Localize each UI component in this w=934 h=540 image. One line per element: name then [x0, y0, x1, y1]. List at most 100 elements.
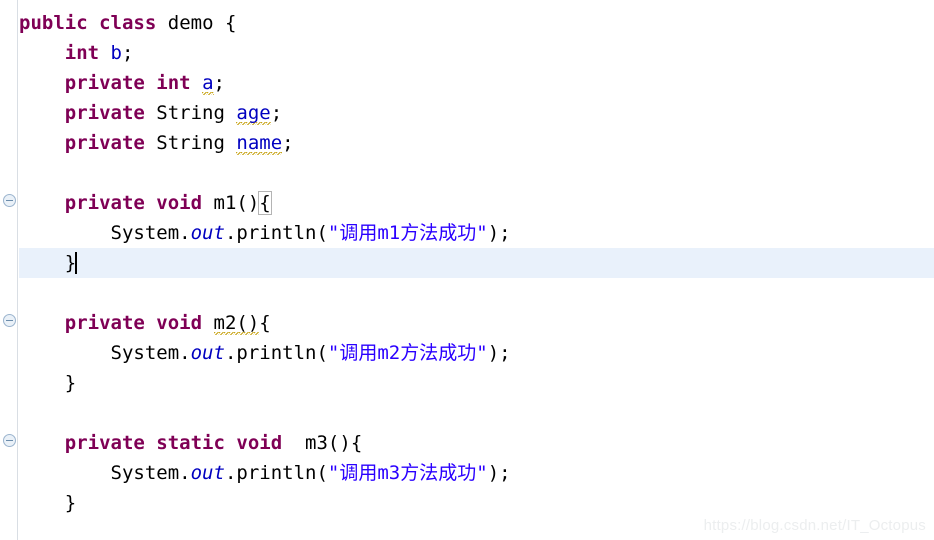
keyword-void: void [156, 312, 203, 334]
fold-marker-m1[interactable] [3, 194, 16, 207]
dot: . [179, 342, 191, 364]
code-line-10-blank[interactable] [19, 278, 934, 308]
keyword-private: private [64, 72, 145, 94]
dot: . [224, 222, 237, 244]
close-brace: } [64, 372, 77, 394]
open-paren: ( [316, 222, 328, 244]
open-paren: ( [316, 342, 328, 364]
keyword-static: static [156, 432, 225, 454]
method-name-m2: m2() [213, 312, 260, 337]
code-line-12[interactable]: System.out.println("调用m2方法成功"); [19, 338, 934, 368]
code-line-2[interactable]: int b; [19, 38, 934, 68]
open-brace: { [213, 12, 237, 34]
folding-gutter [0, 0, 18, 540]
semicolon: ; [270, 102, 283, 124]
open-brace: { [259, 312, 271, 334]
close-paren-semicolon: ); [487, 222, 511, 244]
method-name-m1: m1() [213, 192, 260, 214]
keyword-int: int [64, 42, 100, 64]
code-line-3[interactable]: private int a; [19, 68, 934, 98]
dot: . [224, 342, 237, 364]
string-literal: "调用m1方法成功" [327, 222, 488, 244]
keyword-class: class [99, 12, 157, 34]
dot: . [224, 462, 237, 484]
code-editor[interactable]: public class demo { int b; private int a… [0, 0, 934, 540]
code-line-8[interactable]: System.out.println("调用m1方法成功"); [19, 218, 934, 248]
keyword-int: int [156, 72, 191, 94]
method-println: println [236, 222, 317, 244]
keyword-private: private [64, 192, 145, 214]
code-line-1[interactable]: public class demo { [19, 8, 934, 38]
type-string: String [156, 102, 225, 124]
field-name-name: name [236, 132, 283, 157]
matching-brace-highlight: { [258, 191, 272, 215]
keyword-private: private [64, 102, 145, 124]
fold-marker-m2[interactable] [3, 314, 16, 327]
code-line-15[interactable]: private static void m3(){ [19, 428, 934, 458]
semicolon: ; [122, 42, 134, 64]
keyword-private: private [64, 432, 145, 454]
keyword-private: private [64, 132, 145, 154]
code-area[interactable]: public class demo { int b; private int a… [19, 0, 934, 540]
code-line-17[interactable]: } [19, 488, 934, 518]
class-system: System [110, 462, 180, 484]
semicolon: ; [282, 132, 294, 154]
code-line-6-blank[interactable] [19, 158, 934, 188]
code-line-16[interactable]: System.out.println("调用m3方法成功"); [19, 458, 934, 488]
method-println: println [236, 342, 317, 364]
watermark: https://blog.csdn.net/IT_Octopus [703, 517, 926, 534]
code-line-7[interactable]: private void m1(){ [19, 188, 934, 218]
code-line-5[interactable]: private String name; [19, 128, 934, 158]
close-paren-semicolon: ); [487, 462, 511, 484]
static-field-out: out [190, 222, 225, 244]
dot: . [179, 462, 191, 484]
semicolon: ; [213, 72, 225, 94]
field-name-age: age [236, 102, 271, 127]
close-paren-semicolon: ); [487, 342, 511, 364]
close-brace: } [64, 492, 77, 514]
text-caret [75, 252, 78, 274]
keyword-void: void [236, 432, 283, 454]
open-paren: ( [316, 462, 328, 484]
string-literal: "调用m3方法成功" [327, 462, 488, 484]
code-line-13[interactable]: } [19, 368, 934, 398]
class-system: System [110, 222, 180, 244]
code-line-9-current[interactable]: } [19, 248, 934, 278]
code-line-4[interactable]: private String age; [19, 98, 934, 128]
keyword-public: public [19, 12, 88, 34]
method-println: println [236, 462, 317, 484]
fold-marker-m3[interactable] [3, 434, 16, 447]
class-system: System [110, 342, 180, 364]
field-name-b: b [110, 42, 122, 64]
method-name-m3: m3() [305, 432, 351, 454]
keyword-void: void [156, 192, 203, 214]
code-line-14-blank[interactable] [19, 398, 934, 428]
keyword-private: private [64, 312, 145, 334]
static-field-out: out [190, 342, 225, 364]
dot: . [179, 222, 191, 244]
code-line-11[interactable]: private void m2(){ [19, 308, 934, 338]
